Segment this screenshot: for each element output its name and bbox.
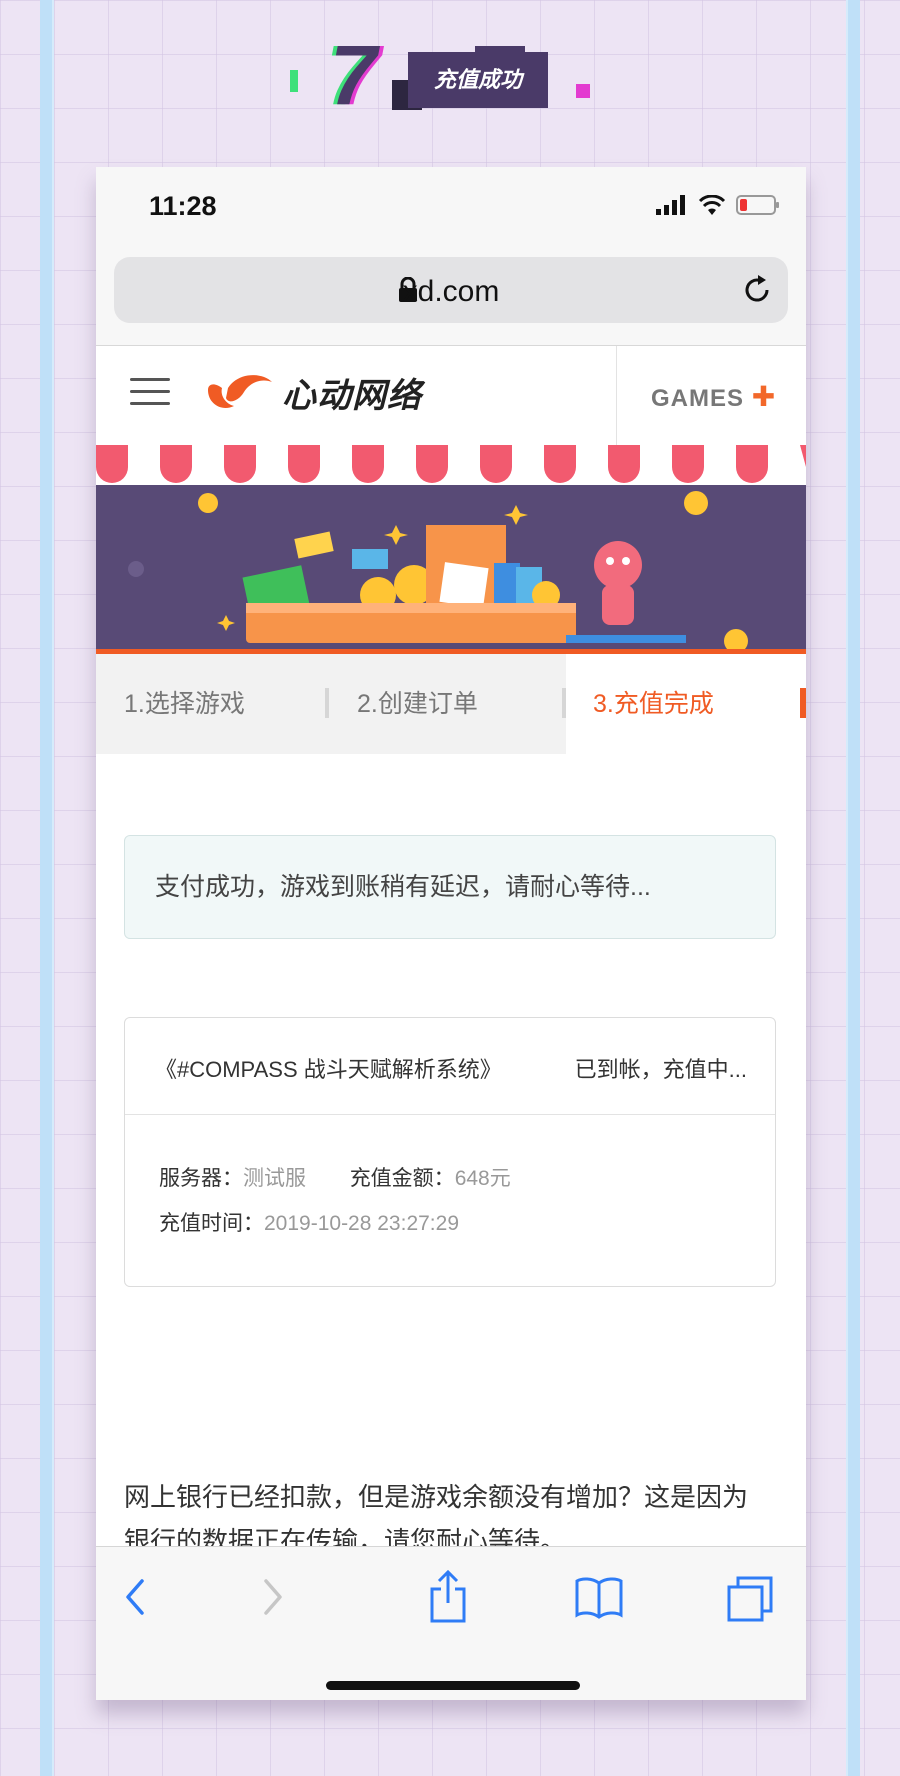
signal-icon: [656, 195, 685, 215]
address-bar[interactable]: xd.com: [114, 257, 788, 323]
order-card-header: 《#COMPASS 战斗天赋解析系统》 已到帐，充值中...: [125, 1018, 775, 1115]
share-icon[interactable]: [428, 1569, 468, 1623]
pink-glitch-mark: [576, 84, 590, 98]
tab-select-game[interactable]: 1.选择游戏: [96, 654, 329, 754]
faq-line-1: 网上银行已经扣款，但是游戏余额没有增加？这是因为: [124, 1482, 749, 1512]
recharge-banner: [96, 445, 806, 649]
status-bar: 11:28: [96, 167, 806, 247]
menu-icon[interactable]: [130, 378, 170, 408]
step-badge: 7 充值成功: [290, 28, 600, 122]
reload-icon[interactable]: [740, 273, 774, 307]
site-logo[interactable]: 心动网络: [204, 368, 422, 417]
forward-icon[interactable]: [256, 1575, 290, 1619]
amount-label: 充值金额：: [349, 1167, 455, 1190]
order-status: 已到帐，充值中...: [574, 1057, 747, 1082]
games-link[interactable]: GAMES ✚: [651, 380, 776, 413]
banner-illustration: [96, 445, 806, 649]
order-card: 《#COMPASS 战斗天赋解析系统》 已到帐，充值中... 服务器：测试服 充…: [124, 1017, 776, 1287]
tab-recharge-complete[interactable]: 3.充值完成: [566, 654, 806, 754]
time-value: 2019-10-28 23:27:29: [264, 1212, 459, 1235]
xd-logo-icon: [208, 374, 272, 408]
order-info-row: 服务器：测试服 充值金额：648元: [159, 1162, 511, 1192]
phone-screen: 11:28 xd.com 心动网络 GAMES ✚ 1.选择游戏 2.创建订单 …: [96, 167, 806, 1700]
games-link-label: GAMES: [651, 385, 745, 412]
active-tab-marker: [800, 688, 806, 718]
status-icons: [656, 195, 780, 215]
step-title: 充值成功: [408, 52, 548, 108]
wifi-icon: [698, 195, 726, 215]
badge-line: [475, 46, 525, 52]
status-time: 11:28: [149, 191, 217, 221]
right-deco-bar: [846, 0, 860, 1776]
payment-success-notice: 支付成功，游戏到账稍有延迟，请耐心等待...: [124, 835, 776, 939]
step-number: 7: [330, 28, 377, 122]
green-glitch-mark: [290, 70, 298, 92]
time-label: 充值时间：: [159, 1212, 264, 1235]
order-time-row: 充值时间：2019-10-28 23:27:29: [159, 1207, 459, 1237]
plus-icon: ✚: [751, 381, 777, 412]
tab-create-order[interactable]: 2.创建订单: [329, 654, 566, 754]
battery-icon: [736, 195, 779, 215]
server-value: 测试服: [243, 1167, 306, 1190]
bookmarks-icon[interactable]: [574, 1575, 624, 1619]
back-icon[interactable]: [118, 1575, 152, 1619]
step-tabs: 1.选择游戏 2.创建订单 3.充值完成: [96, 654, 806, 754]
left-deco-bar: [40, 0, 54, 1776]
amount-value: 648元: [454, 1167, 511, 1190]
logo-text: 心动网络: [282, 377, 422, 415]
home-indicator: [326, 1681, 580, 1690]
tabs-icon[interactable]: [726, 1575, 774, 1623]
browser-address-area: xd.com: [96, 247, 806, 346]
url-text: xd.com: [402, 275, 500, 308]
browser-toolbar: [96, 1546, 806, 1700]
server-label: 服务器：: [159, 1167, 243, 1190]
header-divider: [616, 346, 617, 445]
site-header: 心动网络 GAMES ✚: [96, 346, 806, 446]
order-game-name: 《#COMPASS 战斗天赋解析系统》: [155, 1057, 502, 1082]
